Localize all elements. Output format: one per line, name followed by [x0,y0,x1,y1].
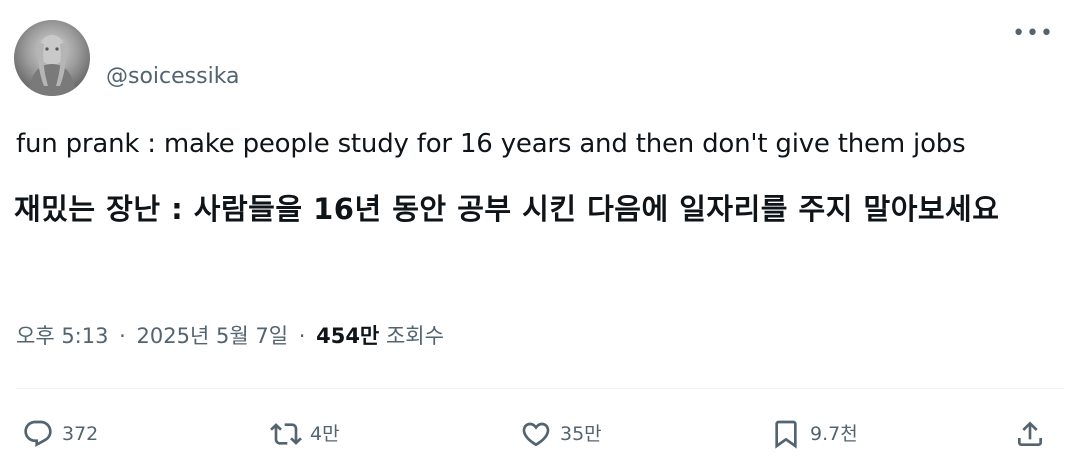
retweet-icon [270,423,302,445]
like-icon [522,422,550,447]
views-label: 조회수 [385,324,444,348]
tweet: @soicessika ••• fun prank : make people … [0,0,1080,472]
divider [16,388,1064,389]
reply-count: 372 [62,423,99,445]
avatar[interactable] [14,20,90,96]
more-options-icon[interactable]: ••• [1012,23,1054,45]
reply-button[interactable]: 372 [22,410,98,458]
tweet-text-english: fun prank : make people study for 16 yea… [16,129,966,159]
meta-separator: · [298,324,306,348]
avatar-image [28,35,76,96]
reply-icon [24,420,52,447]
tweet-time[interactable]: 오후 5:13 [16,324,108,348]
bookmark-button[interactable]: 9.7천 [770,410,858,458]
bookmark-count: 9.7천 [810,423,858,445]
share-icon [1018,421,1042,446]
retweet-button[interactable]: 4만 [270,410,340,458]
share-button[interactable] [1014,410,1046,458]
tweet-date[interactable]: 2025년 5월 7일 [137,324,288,348]
bookmark-icon [775,420,797,449]
like-count: 35만 [560,423,602,445]
tweet-text-korean: 재밌는 장난 : 사람들을 16년 동안 공부 시킨 다음에 일자리를 주지 말… [14,192,1000,226]
retweet-count: 4만 [310,423,340,445]
author-handle[interactable]: @soicessika [106,63,240,91]
views-count[interactable]: 454만 [316,324,379,348]
tweet-meta: 오후 5:13 · 2025년 5월 7일 · 454만 조회수 [16,320,444,352]
like-button[interactable]: 35만 [520,410,602,458]
action-bar: 372 4만 35만 9.7천 [0,410,1080,458]
meta-separator: · [119,324,126,348]
